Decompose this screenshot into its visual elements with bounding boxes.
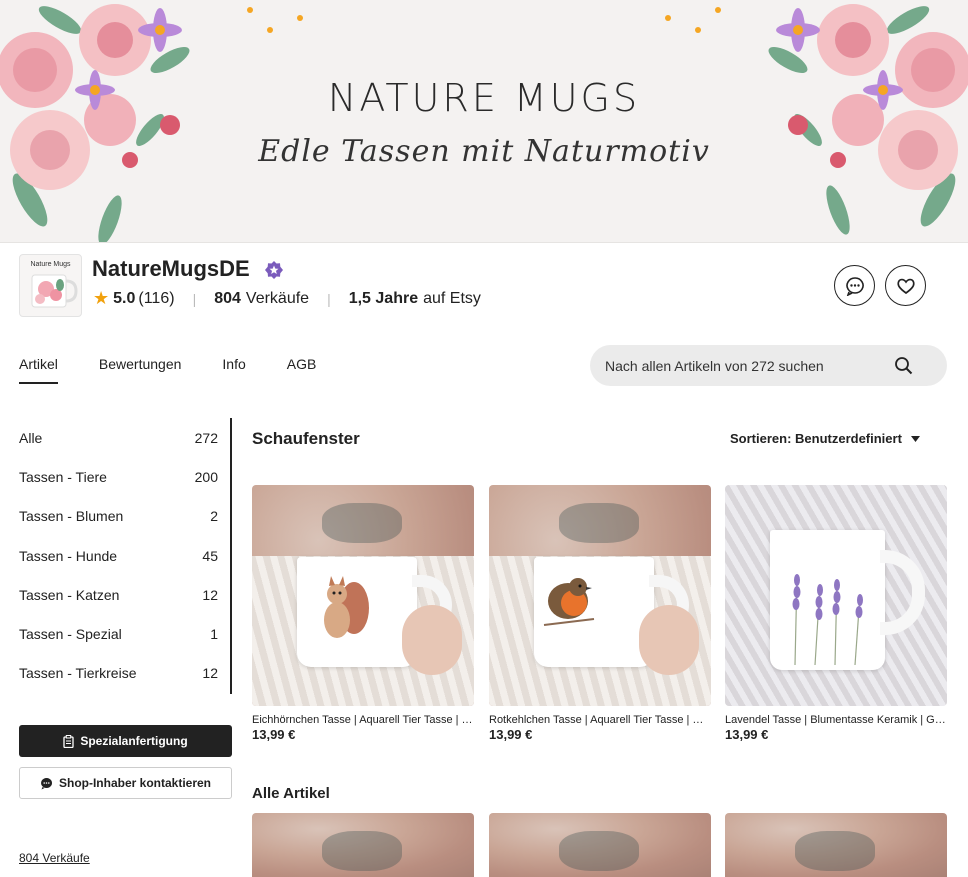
sidebar-item-label: Tassen - Tiere	[19, 468, 107, 485]
custom-order-button[interactable]: Spezialanfertigung	[19, 725, 232, 757]
sidebar-item-tierkreise[interactable]: Tassen - Tierkreise 12	[19, 654, 230, 693]
sidebar-item-label: Alle	[19, 429, 43, 446]
shop-name[interactable]: NatureMugsDE	[92, 256, 250, 282]
sort-dropdown[interactable]: Sortieren: Benutzerdefiniert	[730, 431, 920, 446]
tab-agb[interactable]: AGB	[287, 356, 317, 384]
listing-image[interactable]	[725, 813, 947, 877]
sidebar-item-count: 45	[202, 547, 218, 564]
sidebar-item-count: 12	[202, 586, 218, 603]
favorite-shop-button[interactable]	[885, 265, 926, 306]
listing-image[interactable]	[252, 813, 474, 877]
sidebar-item-hunde[interactable]: Tassen - Hunde 45	[19, 536, 230, 575]
caret-down-icon	[910, 435, 920, 442]
shop-stats: ★ 5.0 (116) | 804 Verkäufe | 1,5 Jahre a…	[93, 288, 481, 309]
sidebar-item-katzen[interactable]: Tassen - Katzen 12	[19, 575, 230, 614]
banner-title: NATURE MUGS	[327, 76, 641, 120]
showcase-title: Schaufenster	[252, 429, 360, 448]
chat-bubble-icon	[845, 276, 864, 296]
sort-label: Sortieren: Benutzerdefiniert	[730, 431, 902, 446]
listing-card[interactable]: Lavendel Tasse | Blumentasse Keramik | G…	[725, 485, 947, 742]
sidebar-item-label: Tassen - Tierkreise	[19, 665, 137, 682]
tab-info[interactable]: Info	[222, 356, 245, 384]
star-icon: ★	[93, 288, 110, 308]
custom-order-label: Spezialanfertigung	[80, 734, 188, 748]
sidebar-item-tiere[interactable]: Tassen - Tiere 200	[19, 457, 230, 496]
review-count[interactable]: (116)	[138, 290, 174, 308]
listing-image[interactable]	[489, 813, 711, 877]
listing-card[interactable]: Rotkehlchen Tasse | Aquarell Tier Tasse …	[489, 485, 711, 742]
flower-decoration-left	[0, 4, 303, 242]
listing-image[interactable]	[725, 485, 947, 706]
listing-title[interactable]: Lavendel Tasse | Blumentasse Keramik | G…	[725, 714, 947, 726]
sales-link[interactable]: 804 Verkäufe	[19, 851, 90, 865]
listing-card[interactable]: Eichhörnchen Tasse | Aquarell Tier Tasse…	[252, 485, 474, 742]
section-sidebar: Alle 272 Tassen - Tiere 200 Tassen - Blume…	[19, 418, 232, 694]
listing-price: 13,99 €	[252, 727, 296, 742]
message-shop-button[interactable]	[834, 265, 875, 306]
search-placeholder: Nach allen Artikeln von 272 suchen	[605, 357, 824, 374]
sidebar-item-label: Tassen - Spezial	[19, 626, 122, 643]
sidebar-item-label: Tassen - Katzen	[19, 586, 120, 603]
rating-value: 5.0	[113, 289, 136, 307]
robin-illustration	[543, 578, 595, 626]
shop-banner: NATURE MUGS Edle Tassen mit Naturmotiv	[0, 0, 968, 243]
listing-price: 13,99 €	[489, 727, 533, 742]
shop-logo[interactable]: Nature Mugs	[19, 254, 82, 317]
flower-decoration-right	[665, 4, 968, 235]
lavender-illustration	[792, 574, 863, 665]
sidebar-item-count: 2	[210, 508, 218, 525]
contact-owner-button[interactable]: Shop-Inhaber kontaktieren	[19, 767, 232, 799]
sidebar-item-count: 272	[194, 429, 218, 446]
sidebar-item-count: 12	[202, 665, 218, 682]
sidebar-item-label: Tassen - Blumen	[19, 508, 124, 525]
listing-image[interactable]	[252, 485, 474, 706]
tab-artikel[interactable]: Artikel	[19, 356, 58, 384]
heart-icon	[896, 278, 915, 294]
tab-bewertungen[interactable]: Bewertungen	[99, 356, 182, 384]
sales-label: Verkäufe	[245, 289, 310, 307]
banner-subtitle: Edle Tassen mit Naturmotiv	[258, 134, 710, 169]
star-seller-badge-icon[interactable]	[265, 261, 283, 279]
divider: |	[192, 290, 197, 307]
all-items-title: Alle Artikel	[252, 785, 330, 802]
mug-logo-icon	[31, 274, 78, 308]
sidebar-item-alle[interactable]: Alle 272	[19, 418, 230, 457]
sidebar-item-count: 200	[194, 468, 218, 485]
chat-bubble-icon	[41, 777, 53, 789]
sidebar-item-spezial[interactable]: Tassen - Spezial 1	[19, 614, 230, 653]
shop-tabs: Artikel Bewertungen Info AGB	[19, 356, 357, 384]
listing-image[interactable]	[489, 485, 711, 706]
years-on-etsy: 1,5 Jahre	[348, 289, 419, 307]
sidebar-item-label: Tassen - Hunde	[19, 547, 118, 564]
sales-count: 804	[214, 289, 241, 307]
years-label: auf Etsy	[423, 289, 481, 307]
listing-title[interactable]: Rotkehlchen Tasse | Aquarell Tier Tasse …	[489, 714, 711, 726]
shop-search-input[interactable]: Nach allen Artikeln von 272 suchen	[590, 345, 947, 386]
search-icon[interactable]	[894, 356, 913, 375]
listing-price: 13,99 €	[725, 727, 769, 742]
divider: |	[327, 290, 331, 307]
contact-owner-label: Shop-Inhaber kontaktieren	[58, 776, 212, 790]
sidebar-item-blumen[interactable]: Tassen - Blumen 2	[19, 497, 230, 536]
sidebar-item-count: 1	[210, 626, 218, 643]
squirrel-illustration	[324, 576, 369, 638]
clipboard-icon	[63, 734, 74, 748]
listing-title[interactable]: Eichhörnchen Tasse | Aquarell Tier Tasse…	[252, 714, 474, 726]
